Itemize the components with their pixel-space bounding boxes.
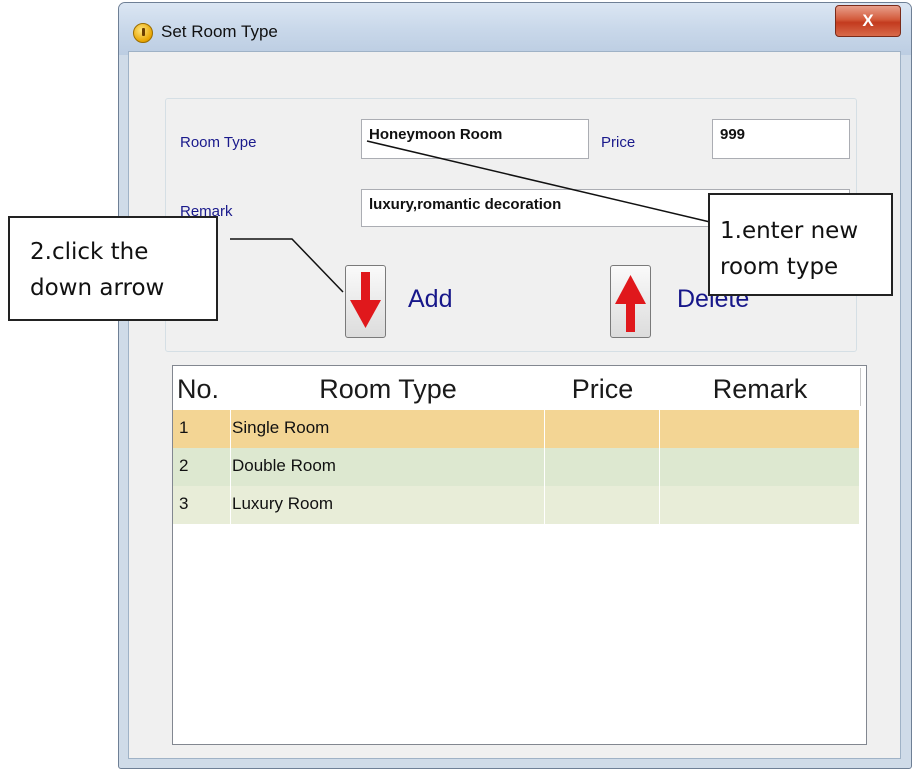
step2-pointer-line	[230, 238, 344, 293]
step1-line2: room type	[720, 254, 839, 280]
step1-callout: 1.enter new room type	[708, 193, 893, 296]
step1-pointer-line	[366, 140, 711, 223]
step2-line1: 2.click the	[30, 239, 149, 265]
step2-callout: 2.click the down arrow	[8, 216, 218, 321]
annotation-lines	[230, 140, 711, 293]
step1-line1: 1.enter new	[720, 218, 859, 244]
step2-line2: down arrow	[30, 275, 165, 301]
